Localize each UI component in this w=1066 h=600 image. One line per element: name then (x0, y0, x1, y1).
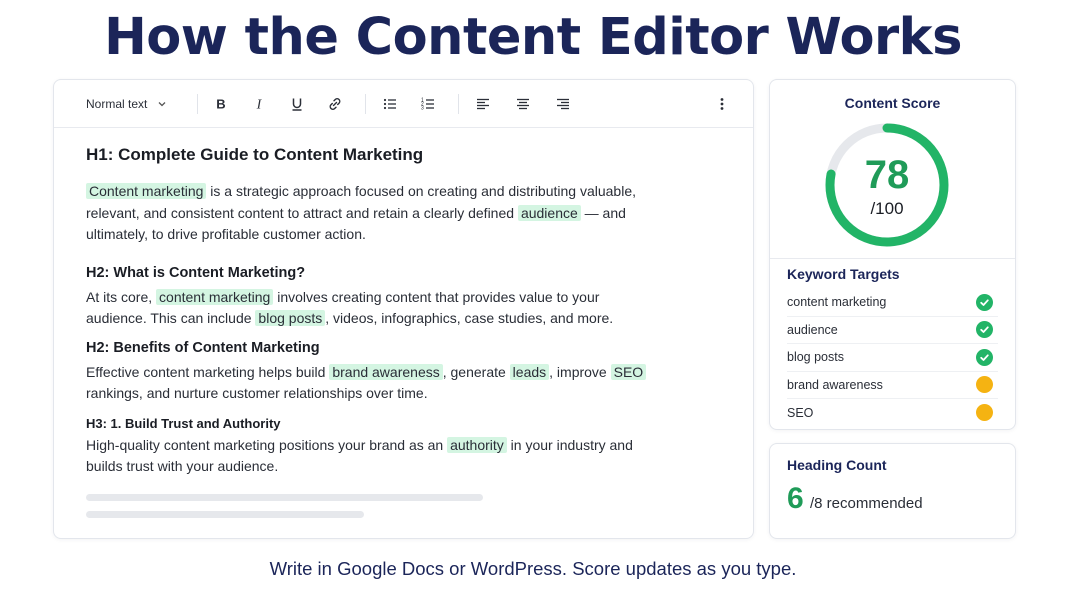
score-gauge: 78 /100 (823, 121, 951, 249)
italic-button[interactable]: I (249, 94, 269, 114)
toolbar-divider (458, 93, 460, 114)
align-center-button[interactable] (513, 94, 533, 114)
heading-h2: H2: What is Content Marketing? (86, 264, 306, 281)
paragraph-benefits: Effective content marketing helps build … (86, 362, 721, 405)
heading-h1: H1: Complete Guide to Content Marketing (86, 145, 424, 164)
pending-icon (976, 376, 993, 394)
keyword-list: content marketing audience blog posts br… (787, 289, 998, 427)
more-vertical-icon (720, 98, 724, 110)
keyword-item: SEO (787, 399, 998, 427)
text-style-label: Normal text (86, 96, 148, 111)
bold-icon: B (217, 96, 226, 111)
keyword-highlight: audience (517, 204, 581, 221)
keyword-item: audience (787, 317, 998, 344)
svg-text:I: I (256, 97, 263, 112)
paragraph-intro: Content marketing is a strategic approac… (86, 183, 637, 242)
keyword-targets-title: Keyword Targets (787, 266, 900, 282)
link-button[interactable] (325, 94, 345, 114)
editor-toolbar: Normal text B I 123 (54, 80, 753, 128)
svg-text:B: B (217, 96, 226, 111)
placeholder-line (86, 511, 364, 518)
heading-h3: H3: 1. Build Trust and Authority (86, 415, 281, 431)
keyword-highlight: authority (447, 436, 507, 453)
bulleted-list-icon (384, 98, 397, 109)
panel-divider (770, 258, 1015, 259)
placeholder-line (86, 494, 483, 501)
align-left-icon (477, 98, 490, 109)
bold-button[interactable]: B (211, 94, 231, 114)
heading-count-title: Heading Count (787, 457, 887, 473)
underline-button[interactable] (287, 94, 307, 114)
content-score-panel: Content Score 78 /100 Keyword Targets co… (769, 79, 1016, 430)
keyword-item: brand awareness (787, 372, 998, 399)
check-icon (976, 348, 993, 366)
score-denominator: /100 (870, 199, 904, 218)
align-center-icon (517, 98, 530, 109)
numbered-list-button[interactable]: 123 (418, 94, 438, 114)
heading-count-panel: Heading Count 6 /8 recommended (769, 443, 1016, 539)
keyword-highlight: leads (509, 363, 550, 380)
page-title: How the Content Editor Works (104, 8, 962, 67)
more-options-button[interactable] (712, 94, 732, 114)
bulleted-list-button[interactable] (380, 94, 400, 114)
pending-icon (976, 404, 993, 422)
heading-h2: H2: Benefits of Content Marketing (86, 339, 320, 356)
keyword-highlight: Content marketing (86, 183, 207, 199)
document-editor[interactable]: Normal text B I 123 H1: Complete Guide t… (53, 79, 754, 539)
align-right-icon (557, 98, 570, 109)
italic-icon: I (256, 97, 263, 112)
keyword-highlight: brand awareness (329, 363, 443, 380)
score-value: 78 (864, 153, 910, 197)
check-icon (976, 293, 993, 311)
chevron-down-icon (157, 99, 167, 109)
link-icon (329, 97, 341, 110)
toolbar-divider (365, 93, 367, 114)
footer-caption: Write in Google Docs or WordPress. Score… (269, 558, 797, 579)
check-icon (976, 321, 993, 339)
heading-count-recommended: /8 recommended (810, 495, 923, 512)
text-style-dropdown[interactable]: Normal text (86, 97, 167, 111)
align-right-button[interactable] (553, 94, 573, 114)
keyword-item: blog posts (787, 344, 998, 372)
keyword-highlight: blog posts (255, 310, 326, 326)
paragraph-what-is: At its core, content marketing involves … (86, 288, 614, 326)
keyword-highlight: content marketing (156, 288, 274, 305)
heading-count-value: 6 (787, 482, 804, 515)
keyword-highlight: SEO (610, 363, 647, 380)
align-left-button[interactable] (473, 94, 493, 114)
svg-text:3: 3 (421, 105, 424, 111)
paragraph-trust: High-quality content marketing positions… (86, 436, 633, 474)
underline-icon (292, 98, 302, 111)
keyword-item: content marketing (787, 289, 998, 317)
content-score-title: Content Score (844, 95, 941, 111)
toolbar-divider (197, 93, 199, 114)
numbered-list-icon: 123 (421, 97, 435, 111)
document-body[interactable]: H1: Complete Guide to Content Marketing … (54, 128, 753, 478)
